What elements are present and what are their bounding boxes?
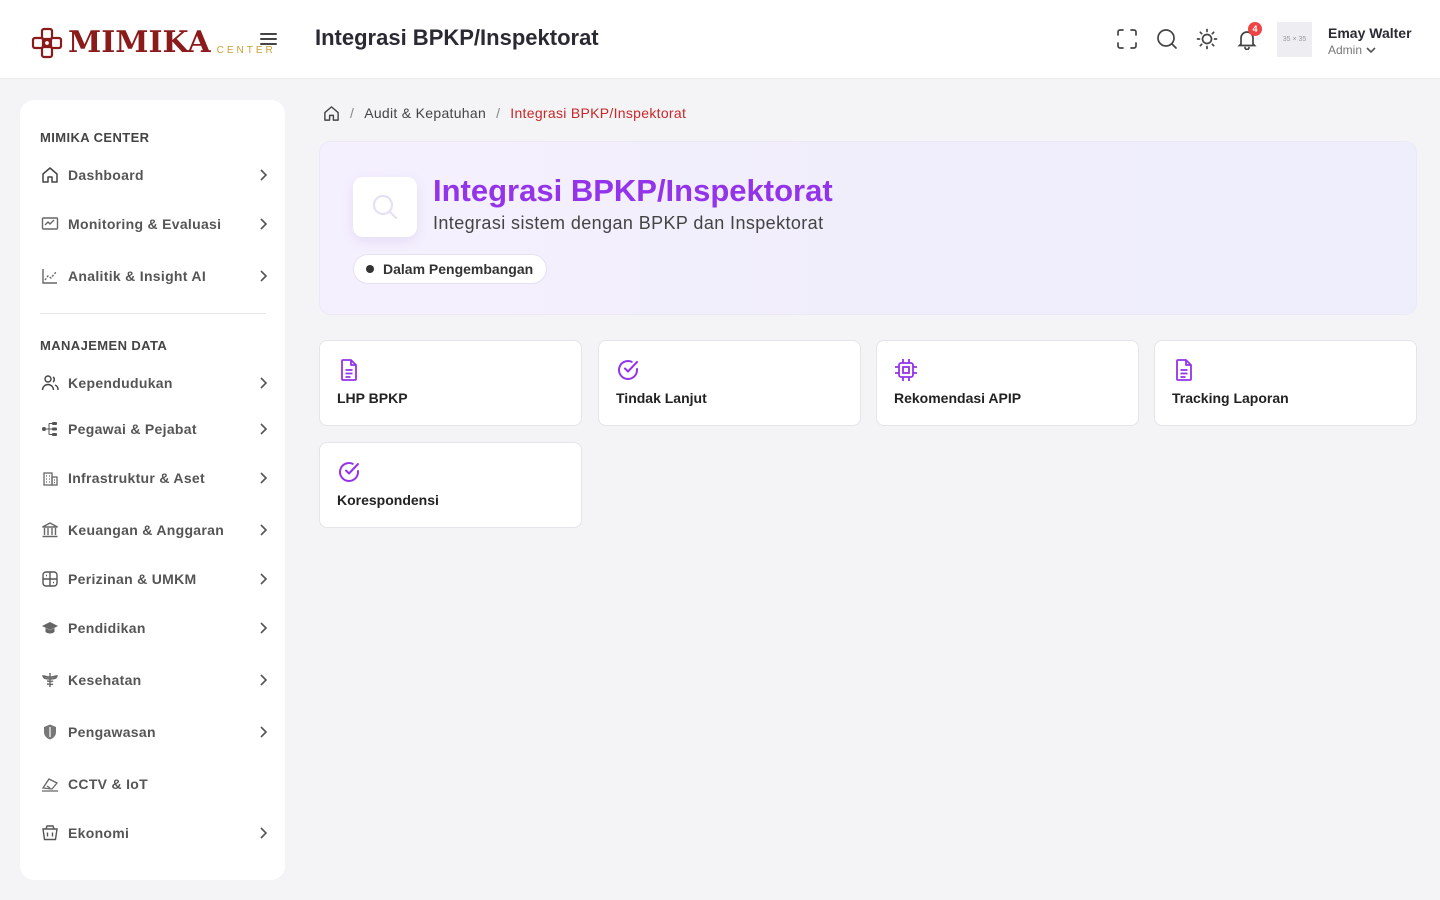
- sidebar-item-dashboard[interactable]: Dashboard: [40, 163, 268, 187]
- home-icon[interactable]: [323, 105, 340, 122]
- chevron-right-icon: [260, 573, 268, 585]
- hero-icon-box: [353, 177, 417, 237]
- sidebar-item-cctv[interactable]: CCTV & IoT: [40, 772, 268, 796]
- page-title: Integrasi BPKP/Inspektorat: [315, 25, 599, 50]
- status-label: Dalam Pengembangan: [383, 261, 534, 277]
- breadcrumb-separator: /: [350, 105, 355, 121]
- search-icon: [372, 194, 398, 220]
- monitor-icon: [40, 214, 60, 234]
- breadcrumb: / Audit & Kepatuhan / Integrasi BPKP/Ins…: [323, 103, 686, 123]
- breadcrumb-separator: /: [496, 105, 501, 121]
- sidebar-item-label: Infrastruktur & Aset: [68, 470, 205, 486]
- graduation-icon: [40, 618, 60, 638]
- sidebar-item-keuangan[interactable]: Keuangan & Anggaran: [40, 518, 268, 542]
- sidebar-section-title: MANAJEMEN DATA: [40, 338, 168, 353]
- sidebar-item-label: Ekonomi: [68, 825, 130, 841]
- search-icon[interactable]: [1156, 28, 1178, 50]
- card-label: Tindak Lanjut: [616, 390, 707, 406]
- sidebar-item-ekonomi[interactable]: Ekonomi: [40, 821, 268, 845]
- chevron-right-icon: [260, 169, 268, 181]
- sidebar-item-label: Monitoring & Evaluasi: [68, 216, 222, 232]
- camera-icon: [40, 774, 60, 794]
- sidebar-item-label: Pendidikan: [68, 620, 146, 636]
- license-icon: [40, 569, 60, 589]
- sidebar-item-analitik[interactable]: Analitik & Insight AI: [40, 264, 268, 288]
- sidebar-item-pendidikan[interactable]: Pendidikan: [40, 616, 268, 640]
- sidebar-item-label: Dashboard: [68, 167, 144, 183]
- document-icon: [341, 359, 357, 381]
- sidebar-item-monitoring[interactable]: Monitoring & Evaluasi: [40, 212, 268, 236]
- home-icon: [40, 165, 60, 185]
- feature-card-tracking-laporan[interactable]: Tracking Laporan: [1154, 340, 1417, 426]
- chevron-right-icon: [260, 726, 268, 738]
- theme-toggle-icon[interactable]: [1196, 28, 1218, 50]
- brand-logo[interactable]: MIMIKA CENTER: [30, 20, 276, 60]
- card-label: Tracking Laporan: [1172, 390, 1289, 406]
- fullscreen-icon[interactable]: [1116, 28, 1138, 50]
- logo-mark-icon: [31, 27, 63, 59]
- menu-toggle-button[interactable]: [260, 30, 280, 50]
- sidebar-item-label: Perizinan & UMKM: [68, 571, 197, 587]
- sidebar-item-label: Keuangan & Anggaran: [68, 522, 225, 538]
- feature-card-korespondensi[interactable]: Korespondensi: [319, 442, 582, 528]
- chevron-right-icon: [260, 472, 268, 484]
- sidebar-section-title: MIMIKA CENTER: [40, 130, 150, 145]
- feature-card-rekomendasi-apip[interactable]: Rekomendasi APIP: [876, 340, 1139, 426]
- chevron-right-icon: [260, 827, 268, 839]
- sidebar-item-label: Pengawasan: [68, 724, 156, 740]
- sidebar-item-infrastruktur[interactable]: Infrastruktur & Aset: [40, 466, 268, 490]
- card-label: LHP BPKP: [337, 390, 408, 406]
- chevron-right-icon: [260, 377, 268, 389]
- hero-banner: Integrasi BPKP/Inspektorat Integrasi sis…: [319, 141, 1417, 315]
- health-icon: [40, 670, 60, 690]
- sidebar-divider: [40, 313, 266, 314]
- status-badge: Dalam Pengembangan: [353, 254, 548, 284]
- top-header: MIMIKA CENTER Integrasi BPKP/Inspektorat…: [0, 0, 1440, 79]
- sidebar-item-pegawai[interactable]: Pegawai & Pejabat: [40, 417, 268, 441]
- status-dot: [366, 265, 374, 273]
- avatar[interactable]: 35 × 35: [1277, 22, 1312, 57]
- sidebar-item-label: CCTV & IoT: [68, 776, 148, 792]
- sidebar-item-label: Analitik & Insight AI: [68, 268, 207, 284]
- check-circle-icon: [618, 360, 638, 380]
- card-label: Korespondensi: [337, 492, 439, 508]
- chevron-right-icon: [260, 270, 268, 282]
- sidebar-item-label: Kesehatan: [68, 672, 142, 688]
- chevron-down-icon: [1366, 47, 1376, 54]
- chevron-right-icon: [260, 423, 268, 435]
- shield-icon: [40, 722, 60, 742]
- bank-icon: [40, 520, 60, 540]
- sidebar-item-pengawasan[interactable]: Pengawasan: [40, 720, 268, 744]
- sidebar-item-kependudukan[interactable]: Kependudukan: [40, 371, 268, 395]
- user-name[interactable]: Emay Walter: [1328, 25, 1412, 41]
- org-icon: [40, 419, 60, 439]
- card-label: Rekomendasi APIP: [894, 390, 1022, 406]
- basket-icon: [40, 823, 60, 843]
- user-role-label: Admin: [1328, 43, 1363, 57]
- sidebar-item-kesehatan[interactable]: Kesehatan: [40, 668, 268, 692]
- feature-card-lhp-bpkp[interactable]: LHP BPKP: [319, 340, 582, 426]
- sidebar-item-label: Kependudukan: [68, 375, 173, 391]
- feature-card-tindak-lanjut[interactable]: Tindak Lanjut: [598, 340, 861, 426]
- notification-badge: 4: [1248, 22, 1262, 36]
- hero-subtitle: Integrasi sistem dengan BPKP dan Inspekt…: [433, 213, 824, 233]
- building-icon: [40, 468, 60, 488]
- sidebar: MIMIKA CENTER Dashboard Monitoring & Eva…: [20, 100, 285, 880]
- hero-title: Integrasi BPKP/Inspektorat: [433, 173, 833, 208]
- check-circle-icon: [339, 462, 359, 482]
- users-icon: [40, 373, 60, 393]
- chip-icon: [895, 359, 917, 381]
- user-role-dropdown[interactable]: Admin: [1328, 43, 1376, 57]
- chevron-right-icon: [260, 218, 268, 230]
- document-icon: [1176, 359, 1192, 381]
- sidebar-item-perizinan[interactable]: Perizinan & UMKM: [40, 567, 268, 591]
- sidebar-item-label: Pegawai & Pejabat: [68, 421, 197, 437]
- chevron-right-icon: [260, 622, 268, 634]
- chevron-right-icon: [260, 524, 268, 536]
- brand-name: MIMIKA: [68, 25, 211, 60]
- breadcrumb-parent[interactable]: Audit & Kepatuhan: [364, 105, 486, 121]
- chart-icon: [40, 266, 60, 286]
- chevron-right-icon: [260, 674, 268, 686]
- breadcrumb-current: Integrasi BPKP/Inspektorat: [510, 105, 687, 121]
